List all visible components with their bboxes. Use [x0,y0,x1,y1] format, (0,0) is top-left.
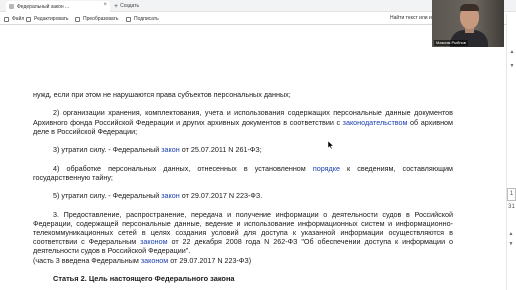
paragraph-5: 5) утратил силу. - Федеральный закон от … [33,191,453,200]
part-3-note: (часть 3 введена Федеральным законом от … [33,256,453,265]
document-content: нужд, если при этом не нарушаются права … [33,90,453,283]
presenter-name: Максим Рыбнов [434,40,468,46]
paragraph-5-text-a: 5) утратил силу. - Федеральный [53,191,162,201]
page-number-current[interactable]: 1 [507,188,516,201]
file-menu-label: Файл [12,16,25,22]
browser-tab[interactable]: Федеральный закон ... × [6,1,110,12]
sign-button-label: Подписать [134,16,159,22]
file-menu[interactable]: Файл [4,15,24,23]
vertical-scrollbar[interactable]: ▲ ▼ [506,14,516,290]
convert-button[interactable]: Преобразовать [75,15,119,23]
page-count: 31 [508,204,515,210]
close-icon[interactable]: × [103,2,107,8]
paragraph-2: 2) организации хранения, комплектования,… [33,108,453,136]
law-link-223-note[interactable]: законом [141,256,168,265]
new-tab-button[interactable]: + Создать [114,2,139,10]
paragraph-3-text-b: от 25.07.2011 N 261-ФЗ; [179,145,262,155]
law-link-223[interactable]: закон [161,191,180,200]
part-3-note-text-b: от 29.07.2017 N 223-ФЗ) [168,255,252,265]
file-icon [4,16,9,22]
scroll-down-icon[interactable]: ▼ [508,62,516,70]
find-text-link[interactable]: Найти текст или инс [390,15,437,21]
paragraph-3: 3) утратил силу. - Федеральный закон от … [33,145,453,154]
paragraph-3-text-a: 3) утратил силу. - Федеральный [53,145,162,155]
page-up-icon[interactable]: ▲ [507,230,515,238]
page-down-icon[interactable]: ▼ [507,240,515,248]
document-icon [9,4,14,9]
new-tab-label: Создать [120,3,140,9]
law-link-262[interactable]: законом [140,237,167,246]
paragraph-4-text-a: 4) обработке персональных данных, отнесе… [53,163,313,173]
sign-button[interactable]: Подписать [126,15,159,23]
edit-button-label: Редактировать [34,16,69,22]
presenter-hair [460,4,479,11]
edit-icon [26,16,31,22]
plus-icon: + [114,2,119,10]
mouse-cursor-icon [328,141,334,149]
tab-title: Федеральный закон ... [17,3,70,10]
paragraph-4: 4) обработке персональных данных, отнесе… [33,164,453,182]
article-2-heading: Статья 2. Цель настоящего Федерального з… [53,273,235,283]
paragraph-5-text-b: от 29.07.2017 N 223-ФЗ. [179,191,263,201]
scroll-up-icon[interactable]: ▲ [508,48,516,56]
text-line-top: нужд, если при этом не нарушаются права … [33,90,291,99]
part-3-note-text-a: (часть 3 введена Федеральным [33,255,141,265]
webcam-overlay: Максим Рыбнов [432,0,504,47]
sign-icon [126,16,131,22]
convert-button-label: Преобразовать [83,16,119,22]
procedure-link[interactable]: порядке [313,164,340,173]
paragraph-part-3: 3. Предоставление, распространение, пере… [33,210,453,256]
convert-icon [75,16,80,22]
legislation-link[interactable]: законодательством [343,118,408,127]
edit-button[interactable]: Редактировать [26,15,69,23]
law-link-261[interactable]: закон [161,145,180,154]
